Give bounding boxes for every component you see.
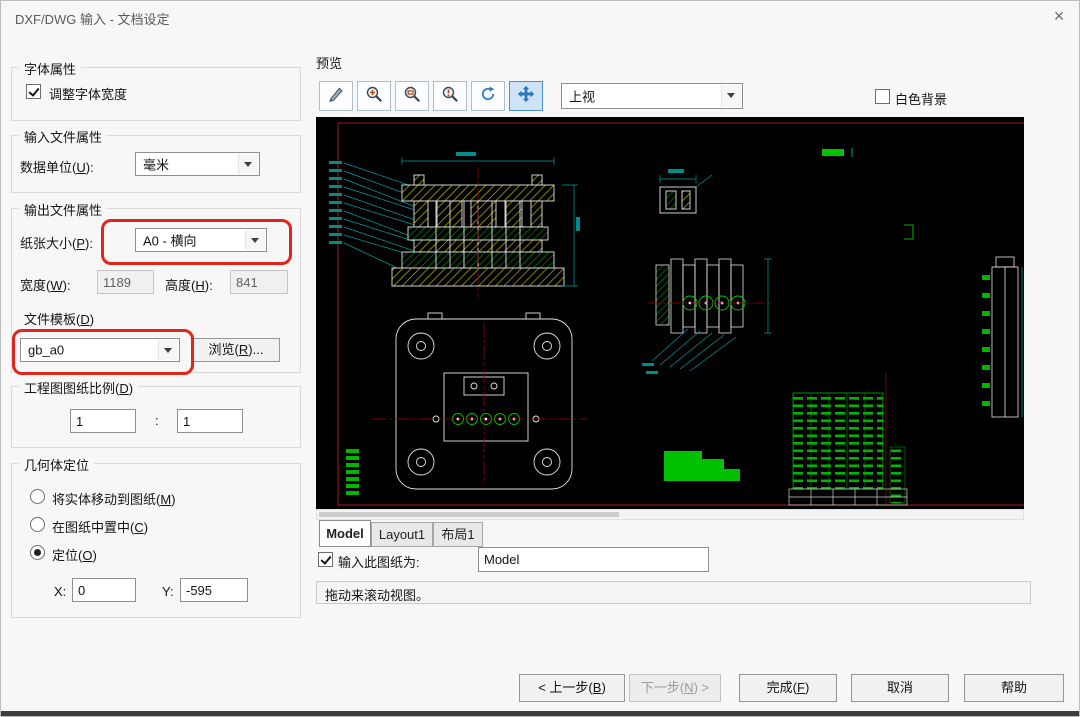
output-file-properties-group: 输出文件属性 纸张大小(P): A0 - 横向 宽度(W): 高度(H): 文件… [11, 208, 301, 373]
data-unit-value: 毫米 [143, 155, 169, 174]
paper-height-label: 高度(H): [165, 275, 213, 294]
y-coordinate-input[interactable] [180, 578, 248, 602]
geometry-positioning-group: 几何体定位 将实体移动到图纸(M) 在图纸中置中(C) 定位(O) X: Y: [11, 463, 301, 618]
chevron-down-icon [245, 230, 265, 250]
input-file-properties-group-title: 输入文件属性 [19, 127, 107, 146]
input-file-properties-group: 输入文件属性 数据单位(U): 毫米 [11, 135, 301, 193]
pan-icon [517, 85, 535, 108]
paper-size-dropdown[interactable]: A0 - 横向 [135, 228, 267, 252]
file-template-label: 文件模板(D) [24, 309, 94, 328]
import-sheet-checkbox[interactable] [318, 552, 333, 567]
position-radio-label[interactable]: 定位(O) [52, 545, 97, 564]
scrollbar-thumb[interactable] [319, 512, 619, 517]
status-bar: 拖动来滚动视图。 [316, 581, 1031, 604]
tab-model[interactable]: Model [319, 520, 371, 547]
browse-button[interactable]: 浏览(R)... [192, 338, 280, 362]
sheet-scale-group-title: 工程图图纸比例(D) [19, 378, 138, 397]
paper-width-label: 宽度(W): [20, 275, 71, 294]
paper-width-input[interactable] [97, 270, 154, 294]
center-in-sheet-radio[interactable] [30, 517, 45, 532]
scale-separator: : [155, 413, 159, 428]
pen-icon [327, 85, 345, 108]
position-radio[interactable] [30, 545, 45, 560]
refresh-icon [479, 85, 497, 108]
back-button[interactable]: < 上一步(B) [519, 674, 625, 702]
sheet-name-input[interactable] [478, 547, 709, 572]
titlebar[interactable]: DXF/DWG 输入 - 文档设定 × [1, 1, 1079, 33]
preview-viewport[interactable] [316, 117, 1024, 509]
tab-layout1[interactable]: Layout1 [371, 522, 433, 547]
file-template-dropdown[interactable]: gb_a0 [20, 338, 180, 362]
geometry-positioning-group-title: 几何体定位 [19, 455, 94, 474]
sheet-scale-group: 工程图图纸比例(D) : [11, 386, 301, 448]
tool-zoom-fit-button[interactable] [395, 81, 429, 111]
tool-refresh-button[interactable] [471, 81, 505, 111]
center-in-sheet-radio-label[interactable]: 在图纸中置中(C) [52, 517, 148, 536]
tab-layout1-cn[interactable]: 布局1 [433, 522, 483, 547]
move-entities-radio[interactable] [30, 489, 45, 504]
cancel-button[interactable]: 取消 [851, 674, 949, 702]
data-unit-dropdown[interactable]: 毫米 [135, 152, 260, 176]
white-background-label[interactable]: 白色背景 [895, 89, 947, 108]
view-orientation-value: 上视 [569, 87, 595, 106]
paper-size-label: 纸张大小(P): [20, 233, 93, 252]
help-button[interactable]: 帮助 [964, 674, 1064, 702]
import-sheet-label[interactable]: 输入此图纸为: [338, 552, 420, 571]
adjust-font-width-checkbox[interactable] [26, 84, 41, 99]
y-coordinate-label: Y: [162, 584, 174, 599]
adjust-font-width-label[interactable]: 调整字体宽度 [49, 84, 127, 103]
dialog-title: DXF/DWG 输入 - 文档设定 [15, 9, 170, 28]
file-template-value: gb_a0 [28, 343, 64, 358]
move-entities-radio-label[interactable]: 将实体移动到图纸(M) [52, 489, 176, 508]
window-bottom-edge [1, 711, 1080, 717]
paper-size-value: A0 - 横向 [143, 231, 196, 250]
preview-hscrollbar[interactable] [316, 509, 1024, 520]
x-coordinate-input[interactable] [72, 578, 136, 602]
zoom-fit-icon [403, 85, 421, 108]
next-button[interactable]: 下一步(N) > [629, 674, 721, 702]
tool-pan-button[interactable] [509, 81, 543, 111]
tool-pen-button[interactable] [319, 81, 353, 111]
close-icon[interactable]: × [1039, 1, 1079, 33]
chevron-down-icon [238, 154, 258, 174]
finish-button[interactable]: 完成(F) [739, 674, 837, 702]
font-properties-group: 字体属性 调整字体宽度 [11, 67, 301, 121]
zoom-in-icon [365, 85, 383, 108]
status-text: 拖动来滚动视图。 [325, 585, 429, 604]
tool-zoom-area-button[interactable] [433, 81, 467, 111]
tool-zoom-in-button[interactable] [357, 81, 391, 111]
output-file-properties-group-title: 输出文件属性 [19, 200, 107, 219]
view-orientation-dropdown[interactable]: 上视 [561, 83, 743, 109]
dxf-dwg-import-dialog: DXF/DWG 输入 - 文档设定 × 字体属性 调整字体宽度 输入文件属性 数… [0, 0, 1080, 717]
zoom-area-icon [441, 85, 459, 108]
scale-denominator-input[interactable] [177, 409, 243, 433]
cad-drawing [316, 117, 1024, 509]
preview-title: 预览 [316, 53, 342, 72]
chevron-down-icon [158, 340, 178, 360]
paper-height-input[interactable] [230, 270, 288, 294]
x-coordinate-label: X: [54, 584, 66, 599]
scale-numerator-input[interactable] [70, 409, 136, 433]
data-unit-label: 数据单位(U): [20, 157, 94, 176]
white-background-checkbox[interactable] [875, 89, 890, 104]
chevron-down-icon [721, 85, 741, 107]
font-properties-group-title: 字体属性 [19, 59, 81, 78]
